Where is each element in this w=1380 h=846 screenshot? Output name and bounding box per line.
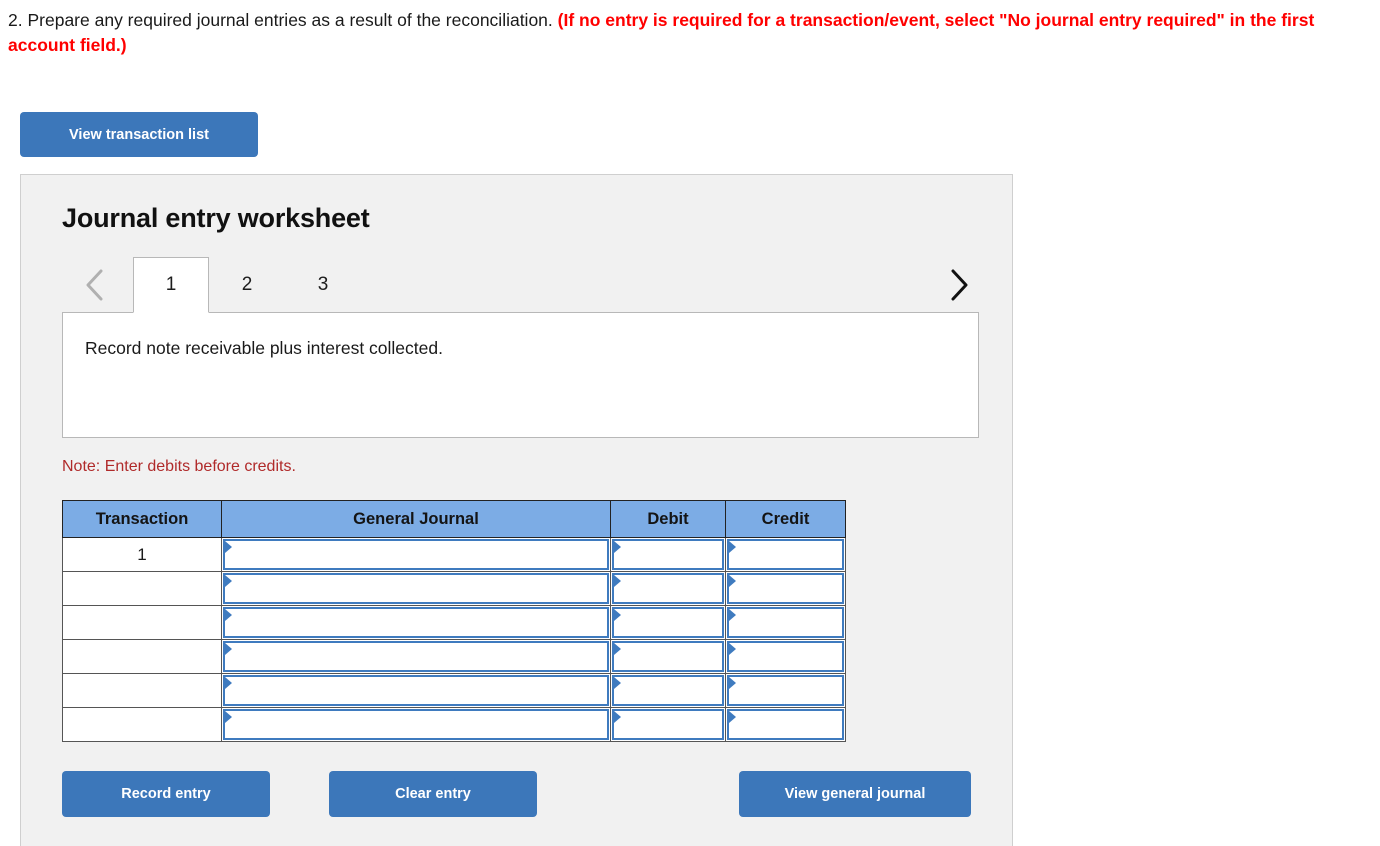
dropdown-marker-icon bbox=[729, 575, 736, 587]
dropdown-marker-icon bbox=[729, 711, 736, 723]
credit-cell[interactable] bbox=[725, 605, 846, 640]
dropdown-marker-icon bbox=[614, 575, 621, 587]
table-row bbox=[62, 707, 846, 742]
debit-input[interactable] bbox=[624, 609, 718, 636]
view-transaction-list-button[interactable]: View transaction list bbox=[20, 112, 258, 157]
credit-input[interactable] bbox=[739, 677, 838, 704]
debit-cell[interactable] bbox=[610, 673, 726, 708]
column-header-credit: Credit bbox=[725, 500, 846, 538]
general-journal-input[interactable] bbox=[235, 677, 603, 704]
clear-entry-button[interactable]: Clear entry bbox=[329, 771, 537, 817]
worksheet-tab-2-label: 2 bbox=[241, 274, 253, 295]
transaction-number-cell: 1 bbox=[62, 537, 222, 572]
question-number: 2. bbox=[8, 10, 23, 30]
debit-input[interactable] bbox=[624, 541, 718, 568]
dropdown-marker-icon bbox=[729, 609, 736, 621]
credit-cell[interactable] bbox=[725, 571, 846, 606]
credit-cell[interactable] bbox=[725, 639, 846, 674]
dropdown-marker-icon bbox=[225, 541, 232, 553]
worksheet-tab-3[interactable]: 3 bbox=[285, 257, 361, 313]
credit-cell[interactable] bbox=[725, 707, 846, 742]
credit-input[interactable] bbox=[739, 541, 838, 568]
debit-input[interactable] bbox=[624, 677, 718, 704]
worksheet-tab-1[interactable]: 1 bbox=[133, 257, 209, 313]
dropdown-marker-icon bbox=[729, 541, 736, 553]
transaction-number-cell bbox=[62, 673, 222, 708]
credit-input[interactable] bbox=[739, 711, 838, 738]
column-header-transaction: Transaction bbox=[62, 500, 222, 538]
transaction-description-text: Record note receivable plus interest col… bbox=[85, 338, 443, 358]
debit-input[interactable] bbox=[624, 643, 718, 670]
credit-cell[interactable] bbox=[725, 673, 846, 708]
debit-cell[interactable] bbox=[610, 605, 726, 640]
question-text: Prepare any required journal entries as … bbox=[27, 10, 553, 30]
general-journal-cell[interactable] bbox=[221, 571, 611, 606]
debit-input[interactable] bbox=[624, 575, 718, 602]
worksheet-tab-1-label: 1 bbox=[165, 274, 177, 295]
dropdown-marker-icon bbox=[614, 609, 621, 621]
column-header-general-journal: General Journal bbox=[221, 500, 611, 538]
table-row bbox=[62, 673, 846, 708]
general-journal-cell[interactable] bbox=[221, 673, 611, 708]
dropdown-marker-icon bbox=[225, 609, 232, 621]
general-journal-cell[interactable] bbox=[221, 605, 611, 640]
credit-cell[interactable] bbox=[725, 537, 846, 572]
dropdown-marker-icon bbox=[225, 643, 232, 655]
worksheet-tab-3-label: 3 bbox=[317, 274, 329, 295]
journal-entry-worksheet-panel: Journal entry worksheet 1 2 3 Record not… bbox=[20, 174, 1013, 846]
dropdown-marker-icon bbox=[729, 643, 736, 655]
general-journal-input[interactable] bbox=[235, 711, 603, 738]
debit-cell[interactable] bbox=[610, 537, 726, 572]
credit-input[interactable] bbox=[739, 643, 838, 670]
table-header-row: Transaction General Journal Debit Credit bbox=[62, 500, 846, 538]
credit-input[interactable] bbox=[739, 609, 838, 636]
dropdown-marker-icon bbox=[225, 677, 232, 689]
dropdown-marker-icon bbox=[225, 711, 232, 723]
dropdown-marker-icon bbox=[729, 677, 736, 689]
dropdown-marker-icon bbox=[225, 575, 232, 587]
general-journal-input[interactable] bbox=[235, 643, 603, 670]
table-row bbox=[62, 639, 846, 674]
debits-before-credits-note: Note: Enter debits before credits. bbox=[62, 458, 296, 475]
question-instruction: 2. Prepare any required journal entries … bbox=[8, 8, 1376, 58]
general-journal-input[interactable] bbox=[235, 575, 603, 602]
dropdown-marker-icon bbox=[614, 643, 621, 655]
transaction-description-box: Record note receivable plus interest col… bbox=[62, 312, 979, 438]
chevron-right-icon[interactable] bbox=[939, 257, 979, 313]
chevron-left-icon[interactable] bbox=[75, 257, 115, 313]
dropdown-marker-icon bbox=[614, 711, 621, 723]
worksheet-tab-2[interactable]: 2 bbox=[209, 257, 285, 313]
view-general-journal-button[interactable]: View general journal bbox=[739, 771, 971, 817]
general-journal-input[interactable] bbox=[235, 541, 603, 568]
debit-cell[interactable] bbox=[610, 639, 726, 674]
dropdown-marker-icon bbox=[614, 541, 621, 553]
transaction-number-cell bbox=[62, 639, 222, 674]
transaction-number-cell bbox=[62, 571, 222, 606]
worksheet-tabstrip: 1 2 3 bbox=[62, 257, 979, 315]
table-row bbox=[62, 605, 846, 640]
general-journal-cell[interactable] bbox=[221, 707, 611, 742]
general-journal-cell[interactable] bbox=[221, 639, 611, 674]
page-title: Journal entry worksheet bbox=[62, 203, 370, 233]
table-row: 1 bbox=[62, 537, 846, 572]
table-row bbox=[62, 571, 846, 606]
general-journal-cell[interactable] bbox=[221, 537, 611, 572]
general-journal-input[interactable] bbox=[235, 609, 603, 636]
column-header-debit: Debit bbox=[610, 500, 726, 538]
credit-input[interactable] bbox=[739, 575, 838, 602]
journal-entry-table: Transaction General Journal Debit Credit… bbox=[62, 500, 846, 742]
debit-cell[interactable] bbox=[610, 571, 726, 606]
debit-input[interactable] bbox=[624, 711, 718, 738]
transaction-number-cell bbox=[62, 707, 222, 742]
record-entry-button[interactable]: Record entry bbox=[62, 771, 270, 817]
dropdown-marker-icon bbox=[614, 677, 621, 689]
debit-cell[interactable] bbox=[610, 707, 726, 742]
transaction-number-cell bbox=[62, 605, 222, 640]
